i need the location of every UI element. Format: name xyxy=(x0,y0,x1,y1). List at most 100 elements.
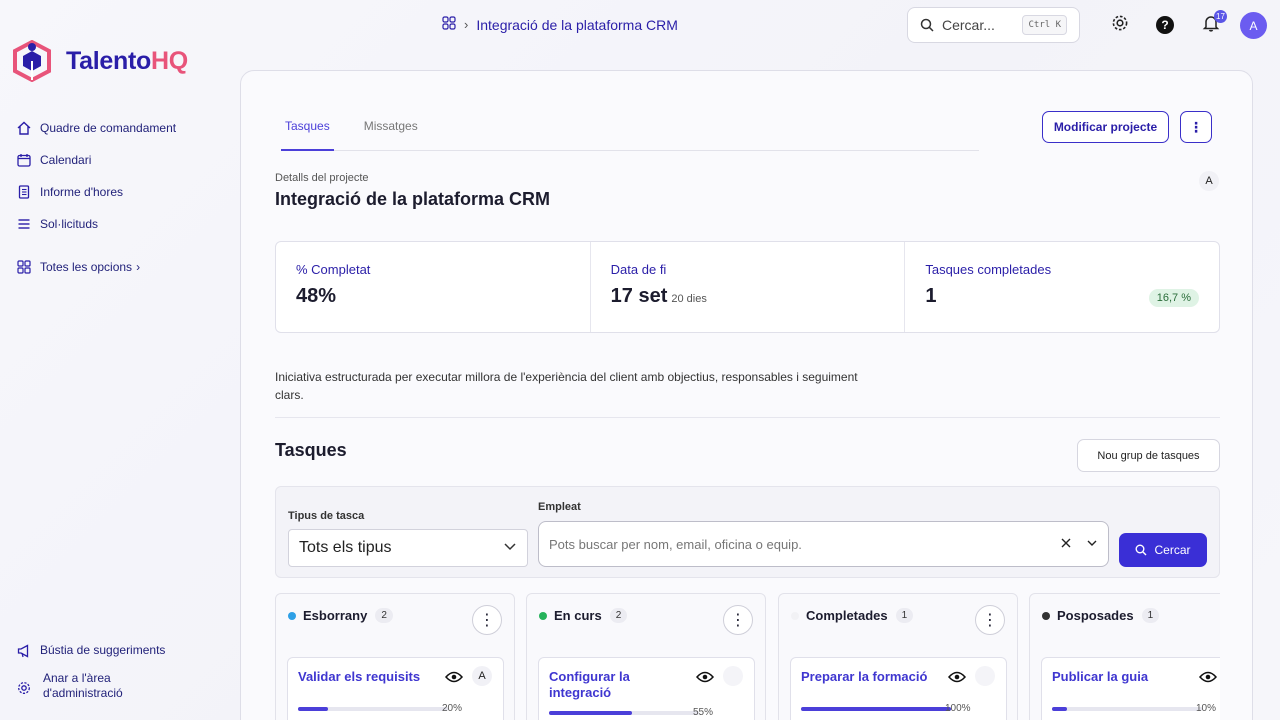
sidebar-item-all-options[interactable]: Totes les opcions › xyxy=(16,251,226,283)
sidebar: TalentoHQ Quadre de comandament Calendar… xyxy=(0,0,240,720)
more-options-button[interactable]: ⋮ xyxy=(1180,111,1212,143)
assignee-avatar[interactable]: A xyxy=(472,666,492,686)
assignee-avatar[interactable] xyxy=(723,666,743,686)
task-card[interactable]: Publicar la guia 10% xyxy=(1041,657,1220,720)
list-icon xyxy=(16,216,32,232)
eye-icon[interactable] xyxy=(1198,670,1218,689)
task-title[interactable]: Preparar la formació xyxy=(801,669,931,685)
more-vertical-icon: ⋮ xyxy=(730,612,746,629)
task-card[interactable]: Configurar la integració 55% xyxy=(538,657,755,720)
chevron-right-icon: › xyxy=(464,17,469,32)
owner-avatar[interactable]: A xyxy=(1199,171,1219,191)
status-dot xyxy=(791,611,799,620)
stat-value: 48% xyxy=(296,285,337,307)
project-details-label: Detalls del projecte xyxy=(275,172,369,184)
stat-end-date: Data de fi 17 set 20 dies xyxy=(591,242,906,332)
task-progress xyxy=(298,707,448,711)
sidebar-item-admin[interactable]: Anar a l'àrea d'administració xyxy=(16,666,226,712)
task-title[interactable]: Publicar la guia xyxy=(1052,669,1182,685)
task-filters: Tipus de tasca Tots els tipus Empleat Po… xyxy=(275,486,1220,578)
divider xyxy=(275,417,1220,418)
eye-icon[interactable] xyxy=(444,670,464,689)
assignee-avatar[interactable] xyxy=(975,666,995,686)
search-shortcut: Ctrl K xyxy=(1022,15,1067,35)
megaphone-icon xyxy=(16,643,32,659)
chevron-down-icon xyxy=(503,539,517,558)
task-progress xyxy=(549,711,699,715)
task-progress-label: 10% xyxy=(1196,703,1217,714)
board-column: Completades 1 ⋮ Preparar la formació 100… xyxy=(778,593,1018,720)
task-type-select[interactable]: Tots els tipus xyxy=(288,529,528,567)
column-header: Completades 1 xyxy=(791,608,914,623)
sidebar-item-suggestions[interactable]: Bústia de suggeriments xyxy=(16,634,226,666)
column-count: 1 xyxy=(1141,608,1160,623)
sidebar-nav: Quadre de comandament Calendari Informe … xyxy=(16,112,226,283)
sidebar-item-label: Calendari xyxy=(40,153,92,167)
employee-placeholder: Pots buscar per nom, email, oficina o eq… xyxy=(549,536,802,552)
apps-icon[interactable] xyxy=(442,16,456,33)
project-stats: % Completat 48% Data de fi 17 set 20 dies… xyxy=(275,241,1220,333)
task-card[interactable]: Preparar la formació 100% xyxy=(790,657,1007,720)
sidebar-item-timesheet[interactable]: Informe d'hores xyxy=(16,176,226,208)
sidebar-item-dashboard[interactable]: Quadre de comandament xyxy=(16,112,226,144)
board-column: Posposades 1 ⋮ Publicar la guia 10% xyxy=(1029,593,1220,720)
more-vertical-icon: ⋮ xyxy=(1189,118,1203,135)
stat-value: 17 set 20 dies xyxy=(610,285,707,307)
tab-messages[interactable]: Missatges xyxy=(360,111,422,151)
task-type-value: Tots els tipus xyxy=(299,539,392,556)
column-title: En curs xyxy=(554,608,602,623)
column-title: Posposades xyxy=(1057,608,1134,623)
column-header: Esborrany 2 xyxy=(288,608,393,623)
logo-icon xyxy=(13,40,51,82)
chevron-down-icon[interactable] xyxy=(1086,537,1098,552)
employee-search-button[interactable]: Cercar xyxy=(1119,533,1207,567)
tab-tasks[interactable]: Tasques xyxy=(281,111,334,151)
brand-logo[interactable]: TalentoHQ xyxy=(12,40,188,82)
stat-percent-badge: 16,7 % xyxy=(1148,289,1200,307)
task-title[interactable]: Configurar la integració xyxy=(549,669,679,701)
sidebar-item-calendar[interactable]: Calendari xyxy=(16,144,226,176)
column-header: En curs 2 xyxy=(539,608,628,623)
clear-icon[interactable] xyxy=(1060,537,1072,552)
report-icon xyxy=(16,184,32,200)
eye-icon[interactable] xyxy=(695,670,715,689)
employee-search-input[interactable]: Pots buscar per nom, email, oficina o eq… xyxy=(538,521,1109,567)
column-title: Completades xyxy=(806,608,888,623)
sidebar-item-requests[interactable]: Sol·licituds xyxy=(16,208,226,240)
help-button[interactable]: ? xyxy=(1154,14,1176,36)
more-vertical-icon: ⋮ xyxy=(479,612,495,629)
employee-label: Empleat xyxy=(538,501,581,513)
project-tabs: Tasques Missatges xyxy=(281,111,979,151)
stat-note: 20 dies xyxy=(671,293,707,305)
column-count: 1 xyxy=(895,608,914,623)
column-menu-button[interactable]: ⋮ xyxy=(723,605,753,635)
chevron-right-icon: › xyxy=(136,260,141,274)
task-progress xyxy=(801,707,951,711)
eye-icon[interactable] xyxy=(947,670,967,689)
new-task-group-button[interactable]: Nou grup de tasques xyxy=(1077,439,1220,472)
breadcrumb: › Integració de la plataforma CRM xyxy=(442,16,678,33)
notifications-button[interactable]: 17 xyxy=(1200,10,1227,36)
stat-completed-tasks: Tasques completades 1 16,7 % xyxy=(905,242,1219,332)
column-menu-button[interactable]: ⋮ xyxy=(975,605,1005,635)
status-dot xyxy=(539,611,547,620)
edit-project-button[interactable]: Modificar projecte xyxy=(1042,111,1169,143)
global-search[interactable]: Cercar... Ctrl K xyxy=(907,7,1080,43)
stat-label: % Completat xyxy=(296,262,371,277)
status-dot xyxy=(288,611,296,620)
sidebar-bottom: Bústia de suggeriments Anar a l'àrea d'a… xyxy=(16,634,226,712)
column-menu-button[interactable]: ⋮ xyxy=(472,605,502,635)
task-title[interactable]: Validar els requisits xyxy=(298,669,428,685)
settings-button[interactable] xyxy=(1109,14,1131,36)
gear-icon xyxy=(1111,14,1129,37)
column-header: Posposades 1 xyxy=(1042,608,1160,623)
task-card[interactable]: Validar els requisits A 20% xyxy=(287,657,504,720)
task-board: Esborrany 2 ⋮ Validar els requisits A 20… xyxy=(275,593,1220,720)
sidebar-item-label: Totes les opcions xyxy=(40,260,133,274)
sidebar-item-label: Sol·licituds xyxy=(40,217,99,231)
calendar-icon xyxy=(16,152,32,168)
stat-label: Data de fi xyxy=(610,262,667,277)
user-avatar[interactable]: A xyxy=(1240,12,1267,39)
status-dot xyxy=(1042,611,1050,620)
project-panel: Tasques Missatges Modificar projecte ⋮ D… xyxy=(240,70,1253,720)
